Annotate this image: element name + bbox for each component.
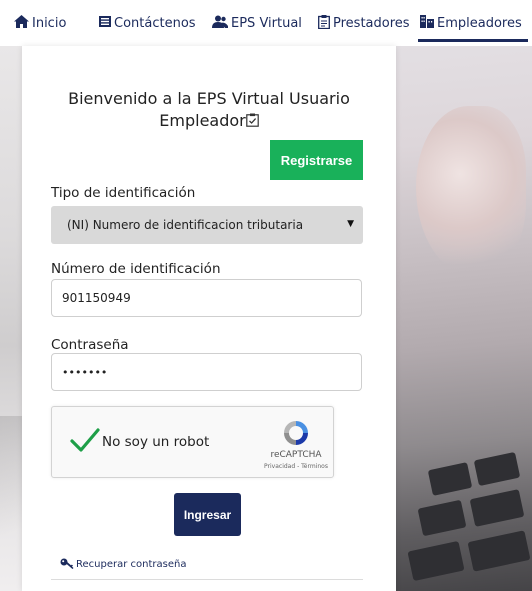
register-button[interactable]: Registrarse	[270, 140, 363, 180]
password-value: •••••••	[62, 365, 108, 379]
submit-button[interactable]: Ingresar	[174, 493, 241, 536]
recaptcha-brand: reCAPTCHA	[270, 450, 322, 460]
id-number-label: Número de identificación	[51, 261, 221, 277]
welcome-heading: Bienvenido a la EPS Virtual Usuario Empl…	[22, 88, 396, 133]
nav-item-empleadores[interactable]: Empleadores	[418, 14, 528, 42]
caret-down-icon: ▼	[347, 219, 354, 229]
id-type-select[interactable]: (NI) Numero de identificacion tributaria…	[51, 206, 363, 244]
password-input[interactable]: •••••••	[51, 353, 362, 391]
id-number-input[interactable]: 901150949	[51, 279, 362, 317]
recover-password-link[interactable]: Recuperar contraseña	[60, 558, 186, 570]
recover-password-label: Recuperar contraseña	[76, 558, 187, 570]
id-number-value: 901150949	[62, 291, 131, 305]
nav-item-eps-virtual[interactable]: EPS Virtual	[212, 14, 302, 32]
recaptcha-logo-icon	[281, 418, 311, 448]
nav-item-label: Empleadores	[437, 15, 522, 31]
welcome-line-2: Empleador	[159, 111, 246, 130]
key-icon	[60, 558, 74, 570]
captcha-checkbox[interactable]	[70, 427, 100, 453]
checkmark-icon	[70, 428, 100, 452]
clipboard-icon	[318, 14, 330, 32]
clipboard-check-icon	[245, 113, 259, 130]
nav-item-label: EPS Virtual	[231, 15, 302, 31]
home-icon	[14, 15, 29, 31]
nav-item-prestadores[interactable]: Prestadores	[318, 14, 410, 32]
id-type-selected-value: (NI) Numero de identificacion tributaria	[67, 218, 304, 232]
background-image-right	[396, 46, 532, 591]
password-label: Contraseña	[51, 337, 129, 353]
divider	[51, 579, 363, 580]
nav-item-label: Prestadores	[333, 15, 410, 31]
captcha-label: No soy un robot	[102, 434, 210, 450]
building-icon	[420, 15, 434, 31]
nav-item-label: Contáctenos	[114, 15, 196, 31]
id-type-label: Tipo de identificación	[51, 185, 196, 201]
top-navigation: Inicio Contáctenos EPS Virtual Prestador…	[0, 0, 532, 46]
recaptcha-widget: No soy un robot reCAPTCHA Privacidad - T…	[51, 406, 334, 478]
welcome-line-1: Bienvenido a la EPS Virtual Usuario	[68, 89, 350, 108]
nav-item-inicio[interactable]: Inicio	[14, 14, 66, 32]
users-icon	[212, 15, 228, 31]
nav-item-label: Inicio	[32, 15, 67, 31]
recaptcha-links[interactable]: Privacidad - Términos	[248, 463, 344, 470]
nav-item-contactenos[interactable]: Contáctenos	[99, 14, 196, 32]
list-icon	[99, 16, 111, 30]
